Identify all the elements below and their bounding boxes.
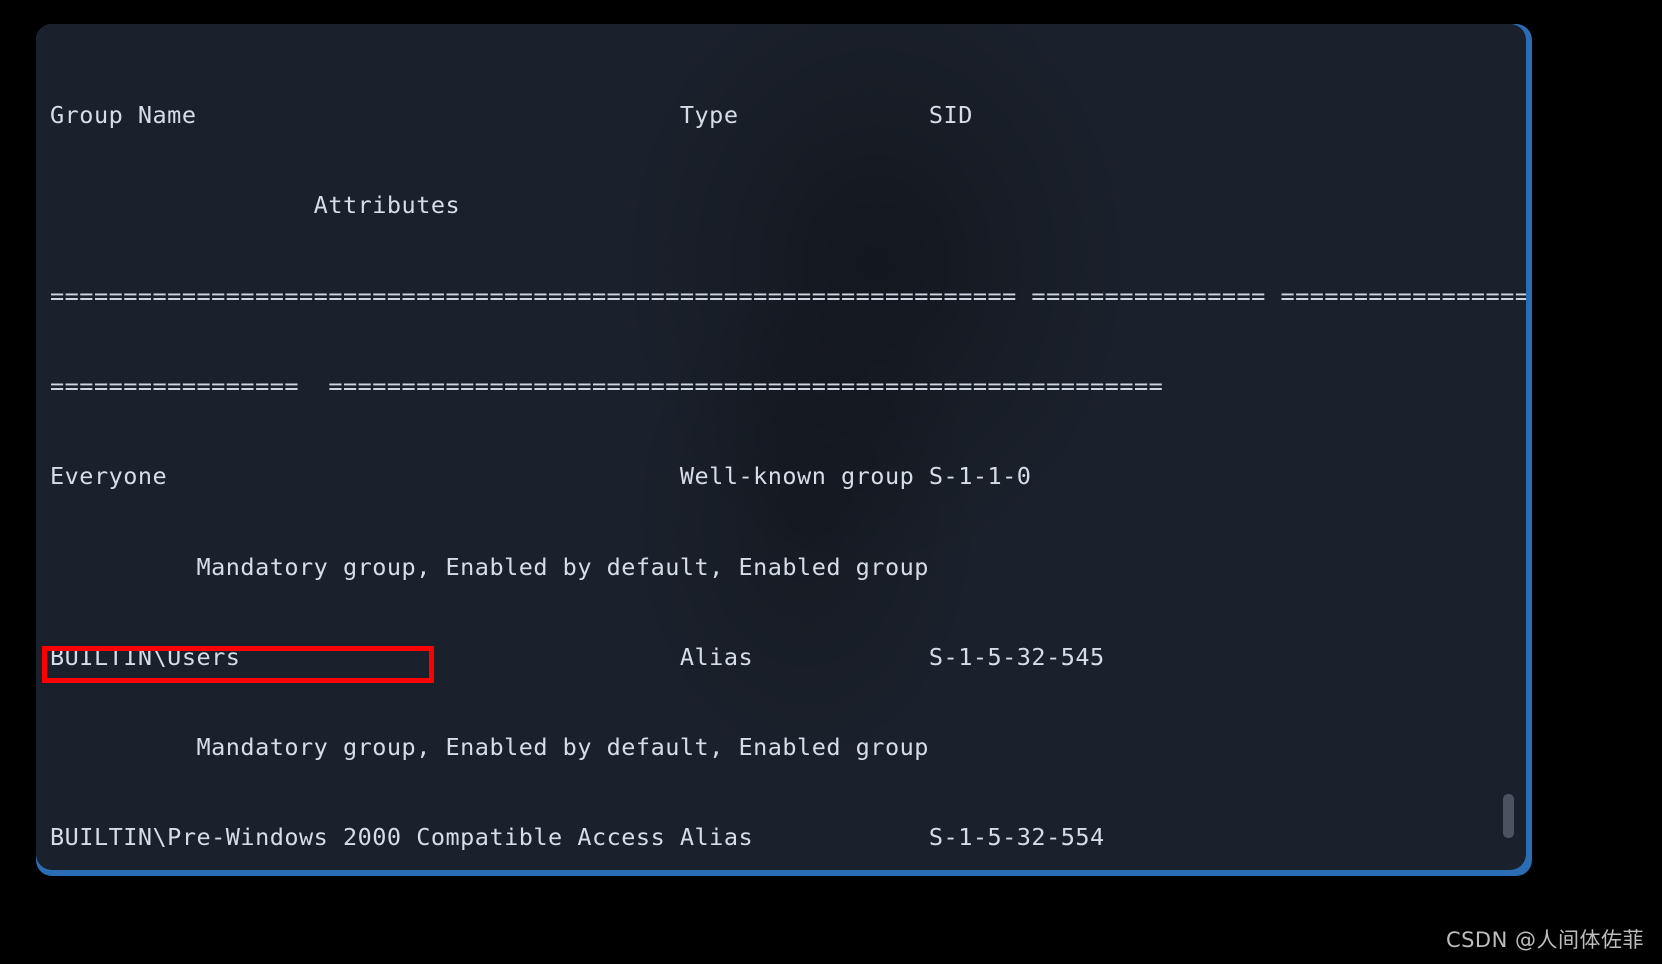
console-line: BUILTIN\Pre-Windows 2000 Compatible Acce…	[50, 822, 1526, 852]
console-line-text: BUILTIN\Pre-Windows 2000 Compatible Acce…	[50, 823, 1105, 852]
console-line-text: BUILTIN\Users Alias S-1-5-32-545	[50, 642, 1105, 671]
console-line: Everyone Well-known group S-1-1-0	[50, 461, 1526, 491]
console-output[interactable]: Group Name Type SID Attributes =========…	[36, 24, 1526, 870]
console-line-text: ========================================…	[50, 281, 1526, 310]
console-line-text: Attributes	[50, 191, 461, 220]
console-line-text: Mandatory group, Enabled by default, Ena…	[50, 733, 929, 762]
console-line-text: ================= ======================…	[50, 372, 1164, 401]
console-line: BUILTIN\Users Alias S-1-5-32-545	[50, 642, 1526, 672]
console-line-text: Everyone Well-known group S-1-1-0	[50, 462, 1032, 491]
console-separator-line: ========================================…	[50, 281, 1526, 311]
console-line-text: Mandatory group, Enabled by default, Ena…	[50, 552, 929, 581]
console-separator-line: ================= ======================…	[50, 371, 1526, 401]
console-line: Mandatory group, Enabled by default, Ena…	[50, 732, 1526, 762]
console-line: Group Name Type SID	[50, 100, 1526, 130]
csdn-watermark: CSDN @人间体佐菲	[1445, 928, 1644, 952]
scrollbar-thumb[interactable]	[1503, 794, 1514, 838]
console-line: Attributes	[50, 190, 1526, 220]
terminal-window[interactable]: Group Name Type SID Attributes =========…	[36, 24, 1526, 870]
console-line: Mandatory group, Enabled by default, Ena…	[50, 552, 1526, 582]
screen: Group Name Type SID Attributes =========…	[0, 0, 1662, 964]
console-line-text: Group Name Type SID	[50, 101, 973, 130]
